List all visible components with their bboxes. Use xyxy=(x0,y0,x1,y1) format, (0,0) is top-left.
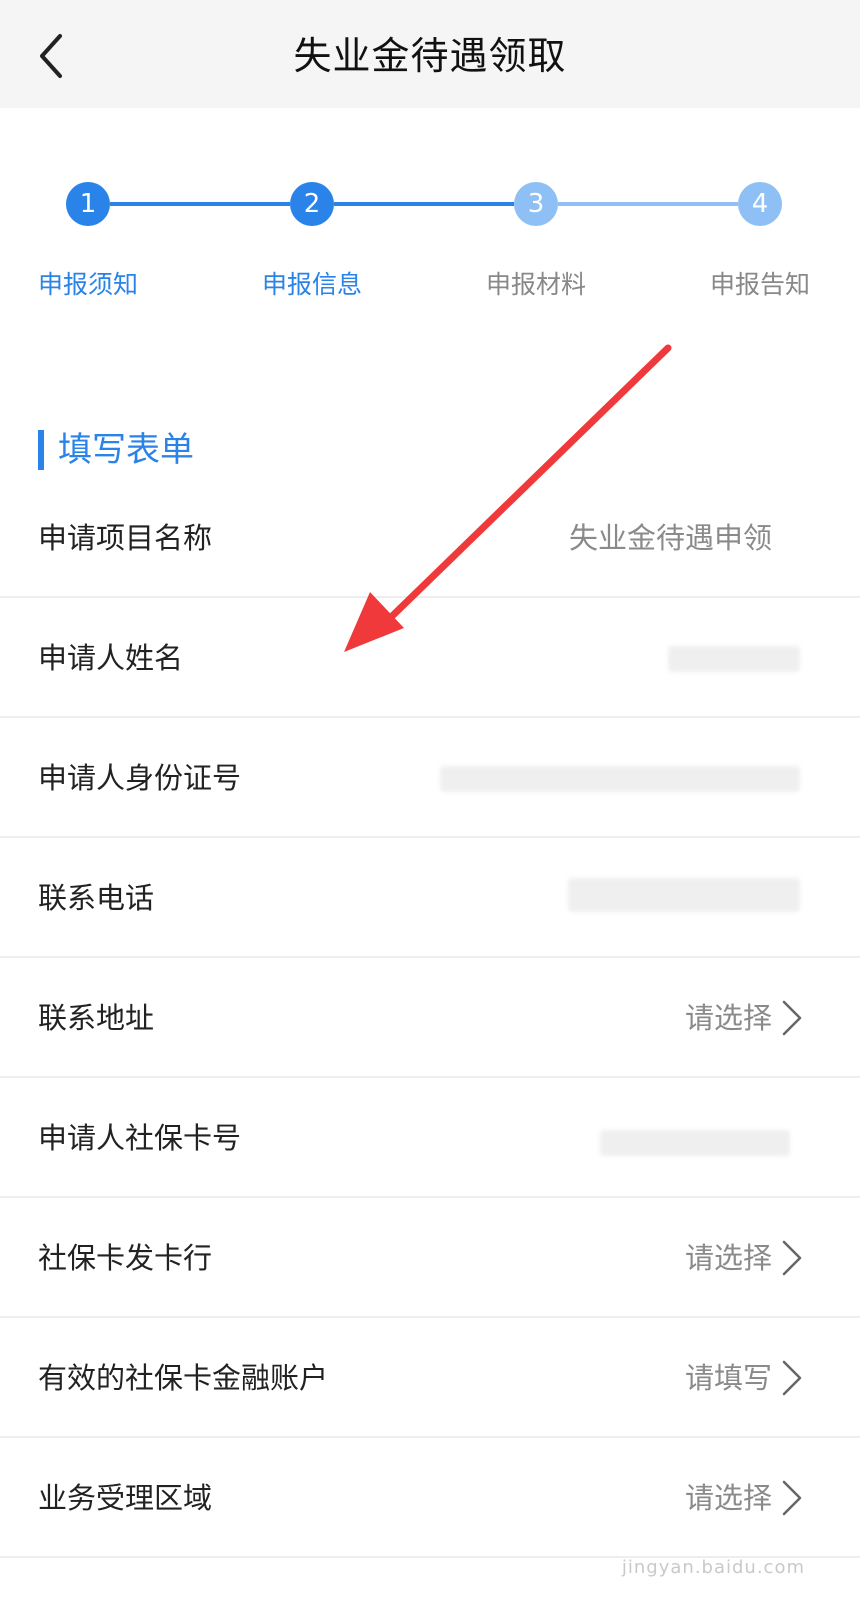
step-2-circle: 2 xyxy=(290,182,334,226)
form-row-card-issuer[interactable]: 社保卡发卡行 请选择 xyxy=(0,1198,860,1318)
row-label: 申请人社保卡号 xyxy=(38,1121,242,1155)
row-label: 有效的社保卡金融账户 xyxy=(38,1361,329,1395)
row-label: 社保卡发卡行 xyxy=(38,1241,213,1275)
row-label: 联系电话 xyxy=(38,881,155,915)
top-bar: 失业金待遇领取 xyxy=(0,0,860,108)
page-title: 失业金待遇领取 xyxy=(293,34,567,78)
chevron-right-icon xyxy=(782,1480,802,1516)
form-row-bank-account[interactable]: 有效的社保卡金融账户 请填写 xyxy=(0,1318,860,1438)
chevron-right-icon xyxy=(782,1360,802,1396)
form-row-address[interactable]: 联系地址 请选择 xyxy=(0,958,860,1078)
row-label: 申请项目名称 xyxy=(38,521,213,555)
section-title: 填写表单 xyxy=(38,430,194,470)
row-value: 请选择 xyxy=(684,1001,772,1035)
redacted-value xyxy=(668,646,800,672)
step-connector-3 xyxy=(558,202,738,206)
form-row-service-area[interactable]: 业务受理区域 请选择 xyxy=(0,1438,860,1558)
annotation-arrow-icon xyxy=(344,344,672,652)
row-value: 请选择 xyxy=(684,1241,772,1275)
step-progress: 1 2 3 4 申报须知 申报信息 申报材料 申报告知 xyxy=(0,150,860,320)
row-label: 联系地址 xyxy=(38,1001,155,1035)
form-row-id-number[interactable]: 申请人身份证号 xyxy=(0,718,860,838)
chevron-right-icon xyxy=(782,1240,802,1276)
step-3-circle: 3 xyxy=(514,182,558,226)
step-3-label: 申报材料 xyxy=(485,270,586,299)
step-1-circle: 1 xyxy=(66,182,110,226)
form-row-social-card-number[interactable]: 申请人社保卡号 xyxy=(0,1078,860,1198)
watermark: jingyan.baidu.com xyxy=(621,1557,805,1578)
redacted-value xyxy=(568,878,800,912)
redacted-value xyxy=(440,766,800,792)
row-value: 请填写 xyxy=(684,1361,772,1395)
step-connector-2 xyxy=(334,202,514,206)
chevron-right-icon xyxy=(782,1000,802,1036)
form-row-phone[interactable]: 联系电话 xyxy=(0,838,860,958)
row-label: 申请人身份证号 xyxy=(38,761,242,795)
step-2-label: 申报信息 xyxy=(261,270,362,299)
row-value: 请选择 xyxy=(684,1481,772,1515)
step-4-label: 申报告知 xyxy=(709,270,810,299)
row-label: 申请人姓名 xyxy=(38,641,184,675)
step-1-label: 申报须知 xyxy=(37,270,138,299)
row-label: 业务受理区域 xyxy=(38,1481,213,1515)
step-connector-1 xyxy=(110,202,290,206)
step-4-circle: 4 xyxy=(738,182,782,226)
redacted-value xyxy=(600,1130,790,1156)
